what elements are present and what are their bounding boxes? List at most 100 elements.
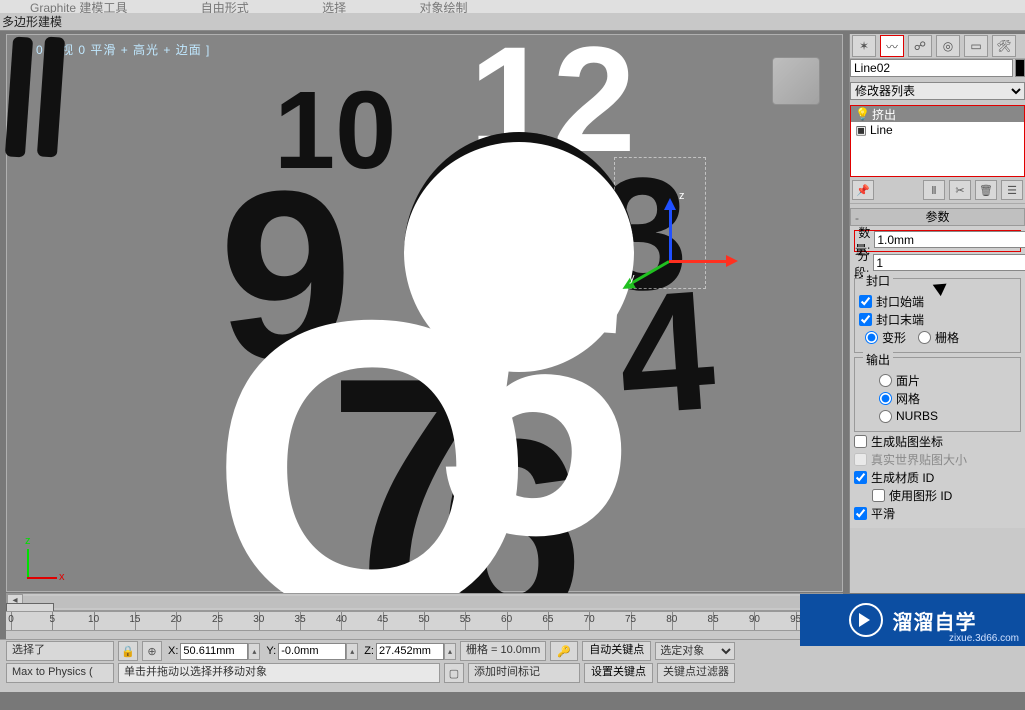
axis-z-label: z — [25, 535, 31, 547]
time-slider[interactable]: 0510152025303540455055606570758085909510… — [6, 611, 842, 639]
group-output: 输出 面片 网格 NURBS — [854, 357, 1021, 432]
scroll-track[interactable] — [23, 596, 826, 608]
create-tab-icon[interactable]: ✶ — [852, 35, 876, 57]
scene-number-11 — [9, 37, 69, 157]
x-input[interactable] — [180, 643, 248, 660]
lock-selection-button[interactable]: 🔒 — [118, 641, 138, 661]
z-spinner[interactable]: ▴ — [444, 643, 456, 660]
motion-tab-icon[interactable]: ◎ — [936, 35, 960, 57]
x-spinner[interactable]: ▴ — [248, 643, 260, 660]
selection-bracket — [614, 157, 706, 289]
time-tick-label: 45 — [377, 614, 388, 625]
viewport-scrollbar[interactable]: ◂ 0 / 100 ▸ — [6, 593, 843, 611]
time-tick-label: 85 — [708, 614, 719, 625]
command-panel-tabs: ✶ 〰 ☍ ◎ ▭ 🛠 — [850, 34, 1025, 59]
output-mesh-radio[interactable]: 网格 — [879, 389, 1016, 407]
time-tick-label: 70 — [584, 614, 595, 625]
axis-x-label: x — [59, 571, 65, 583]
grid-status: 栅格 = 10.0mm — [460, 641, 546, 661]
key-target-dropdown[interactable]: 选定对象 — [655, 642, 735, 660]
segments-spinner[interactable]: ▴▾ — [873, 254, 1025, 274]
modify-tab-icon[interactable]: 〰 — [880, 35, 904, 57]
smooth-checkbox[interactable]: 平滑 — [854, 504, 1021, 522]
y-input[interactable] — [278, 643, 346, 660]
group-capping-title: 封口 — [863, 272, 893, 289]
modifier-list-dropdown[interactable]: 修改器列表 — [850, 82, 1025, 100]
y-spinner[interactable]: ▴ — [346, 643, 358, 660]
segments-row: 分段: ▴▾ — [854, 254, 1021, 274]
z-input[interactable] — [376, 643, 444, 660]
rollout-parameters: -参数 数量: ▴▾ 分段: ▴▾ 封口 封口始端 封口 — [850, 208, 1025, 528]
cap-start-checkbox[interactable]: 封口始端 — [859, 292, 1016, 310]
group-capping: 封口 封口始端 封口末端 变形 栅格 — [854, 278, 1021, 353]
time-tag-button[interactable]: ▢ — [444, 663, 464, 683]
time-tick-label: 75 — [625, 614, 636, 625]
cap-grid-radio[interactable]: 栅格 — [918, 328, 959, 346]
scene-objects: 12 10 9 3 4 7 6 O 5 — [9, 37, 840, 589]
watermark-url: zixue.3d66.com — [949, 633, 1019, 644]
group-output-title: 输出 — [863, 351, 893, 368]
object-name-input[interactable] — [850, 59, 1013, 77]
rollout-header[interactable]: -参数 — [850, 208, 1025, 226]
gen-uv-checkbox[interactable]: 生成贴图坐标 — [854, 432, 1021, 450]
time-tick-label: 90 — [749, 614, 760, 625]
cap-end-checkbox[interactable]: 封口末端 — [859, 310, 1016, 328]
key-filters-button[interactable]: 关键点过滤器 — [657, 663, 735, 683]
time-tick-label: 50 — [418, 614, 429, 625]
stack-item-line[interactable]: ▣ Line — [851, 122, 1024, 138]
use-shape-id-checkbox[interactable]: 使用图形 ID — [854, 486, 1021, 504]
z-label: Z: — [364, 645, 374, 657]
key-icon[interactable]: 🔑 — [550, 641, 578, 661]
amount-input[interactable] — [874, 231, 1025, 248]
time-tick-label: 5 — [50, 614, 56, 625]
amount-spinner[interactable]: ▴▾ — [874, 231, 1025, 251]
time-ruler[interactable]: 0510152025303540455055606570758085909510… — [6, 611, 842, 631]
stack-toolbar: 📌 Ⅱ ✂ 🗑 ☰ — [850, 177, 1025, 204]
ribbon-tab-polymodel[interactable]: 多边形建模 — [2, 13, 62, 30]
add-time-tag[interactable]: 添加时间标记 — [468, 663, 580, 683]
prompt-line: 单击并拖动以选择并移动对象 — [118, 663, 440, 683]
remove-modifier-button[interactable]: 🗑 — [975, 180, 997, 200]
output-patch-radio[interactable]: 面片 — [879, 371, 1016, 389]
pin-stack-button[interactable]: 📌 — [852, 180, 874, 200]
display-tab-icon[interactable]: ▭ — [964, 35, 988, 57]
utilities-tab-icon[interactable]: 🛠 — [992, 35, 1016, 57]
real-uv-checkbox: 真实世界贴图大小 — [854, 450, 1021, 468]
time-tick-label: 55 — [460, 614, 471, 625]
transform-y: Y: ▴ — [264, 643, 358, 660]
time-tick-label: 20 — [171, 614, 182, 625]
time-tick-label: 10 — [88, 614, 99, 625]
time-tick-label: 25 — [212, 614, 223, 625]
stack-item-extrude[interactable]: 💡 挤出 — [851, 106, 1024, 122]
segments-input[interactable] — [873, 254, 1025, 271]
time-tick-label: 30 — [253, 614, 264, 625]
time-tick-label: 40 — [336, 614, 347, 625]
auto-key-button[interactable]: 自动关键点 — [582, 641, 651, 661]
selection-status: 选择了 — [6, 641, 114, 661]
viewport-perspective[interactable]: [ + 0 透视 0 平滑 + 高光 + 边面 ] 12 10 9 3 4 7 … — [6, 34, 843, 592]
set-key-button[interactable]: 设置关键点 — [584, 663, 653, 683]
status-bar: 选择了 🔒 ⊕ X: ▴ Y: ▴ Z: ▴ 栅格 = 10.0mm 🔑 自动关… — [0, 639, 1025, 692]
transform-x: X: ▴ — [166, 643, 260, 660]
hierarchy-tab-icon[interactable]: ☍ — [908, 35, 932, 57]
gen-matid-checkbox[interactable]: 生成材质 ID — [854, 468, 1021, 486]
amount-row: 数量: ▴▾ — [854, 230, 1021, 252]
stack-expand-icon[interactable]: ▣ — [855, 123, 867, 137]
time-tick-label: 15 — [129, 614, 140, 625]
cap-morph-radio[interactable]: 变形 — [865, 328, 906, 346]
show-end-result-button[interactable]: Ⅱ — [923, 180, 945, 200]
object-color-swatch[interactable] — [1015, 59, 1025, 77]
top-menu-bar: Graphite 建模工具 自由形式 选择 对象绘制 — [0, 0, 1025, 14]
output-nurbs-radio[interactable]: NURBS — [879, 407, 1016, 425]
stack-visibility-icon[interactable]: 💡 — [855, 107, 869, 121]
play-icon — [849, 603, 883, 637]
modifier-stack[interactable]: 💡 挤出 ▣ Line — [850, 105, 1025, 177]
time-tick-label: 65 — [542, 614, 553, 625]
time-tick-label: 60 — [501, 614, 512, 625]
time-tick-label: 0 — [8, 614, 14, 625]
x-label: X: — [168, 645, 178, 657]
make-unique-button[interactable]: ✂ — [949, 180, 971, 200]
configure-sets-button[interactable]: ☰ — [1001, 180, 1023, 200]
maxscript-mini[interactable]: Max to Physics ( — [6, 663, 114, 683]
absolute-transform-button[interactable]: ⊕ — [142, 641, 162, 661]
